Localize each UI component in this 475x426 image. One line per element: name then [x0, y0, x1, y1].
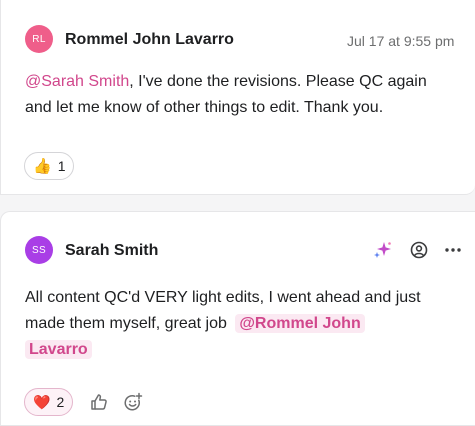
timestamp[interactable]: Jul 17 at 9:55 pm: [347, 33, 454, 49]
thumbs-up-icon[interactable]: [87, 390, 111, 414]
mention-chip[interactable]: Lavarro: [25, 340, 92, 359]
reaction-count: 1: [57, 158, 66, 174]
heart-reaction[interactable]: ❤️ 2: [24, 388, 74, 416]
thumbs-up-reaction[interactable]: 👍 1: [24, 152, 75, 180]
mention-icon[interactable]: [407, 238, 431, 262]
author-name[interactable]: Rommel John Lavarro: [65, 31, 234, 49]
ai-sparkle-icon[interactable]: [371, 238, 395, 262]
comment-text: made them myself, great job: [25, 315, 227, 332]
thumbs-up-emoji-icon: 👍: [33, 158, 52, 175]
comment-text: All content QC'd VERY light edits, I wen…: [25, 289, 421, 306]
comment-text: , I've done the revisions. Please QC aga…: [129, 73, 427, 90]
mention-chip[interactable]: @Rommel John: [235, 314, 365, 333]
comment-text: and let me know of other things to edit.…: [25, 99, 384, 116]
avatar[interactable]: SS: [25, 236, 53, 264]
comment-card-rommel: RL Rommel John Lavarro Jul 17 at 9:55 pm…: [0, 0, 475, 195]
comment-body: All content QC'd VERY light edits, I wen…: [25, 285, 465, 363]
author-name[interactable]: Sarah Smith: [65, 242, 158, 260]
avatar[interactable]: RL: [25, 25, 53, 53]
comment-body: @Sarah Smith, I've done the revisions. P…: [25, 69, 465, 121]
heart-emoji-icon: ❤️: [33, 393, 51, 410]
add-emoji-icon[interactable]: [121, 390, 145, 414]
mention-link[interactable]: @Sarah Smith: [25, 73, 129, 90]
more-icon[interactable]: [441, 238, 465, 262]
reaction-count: 2: [56, 394, 65, 410]
comment-card-sarah: SS Sarah Smith All content QC'd VERY lig…: [0, 211, 475, 426]
